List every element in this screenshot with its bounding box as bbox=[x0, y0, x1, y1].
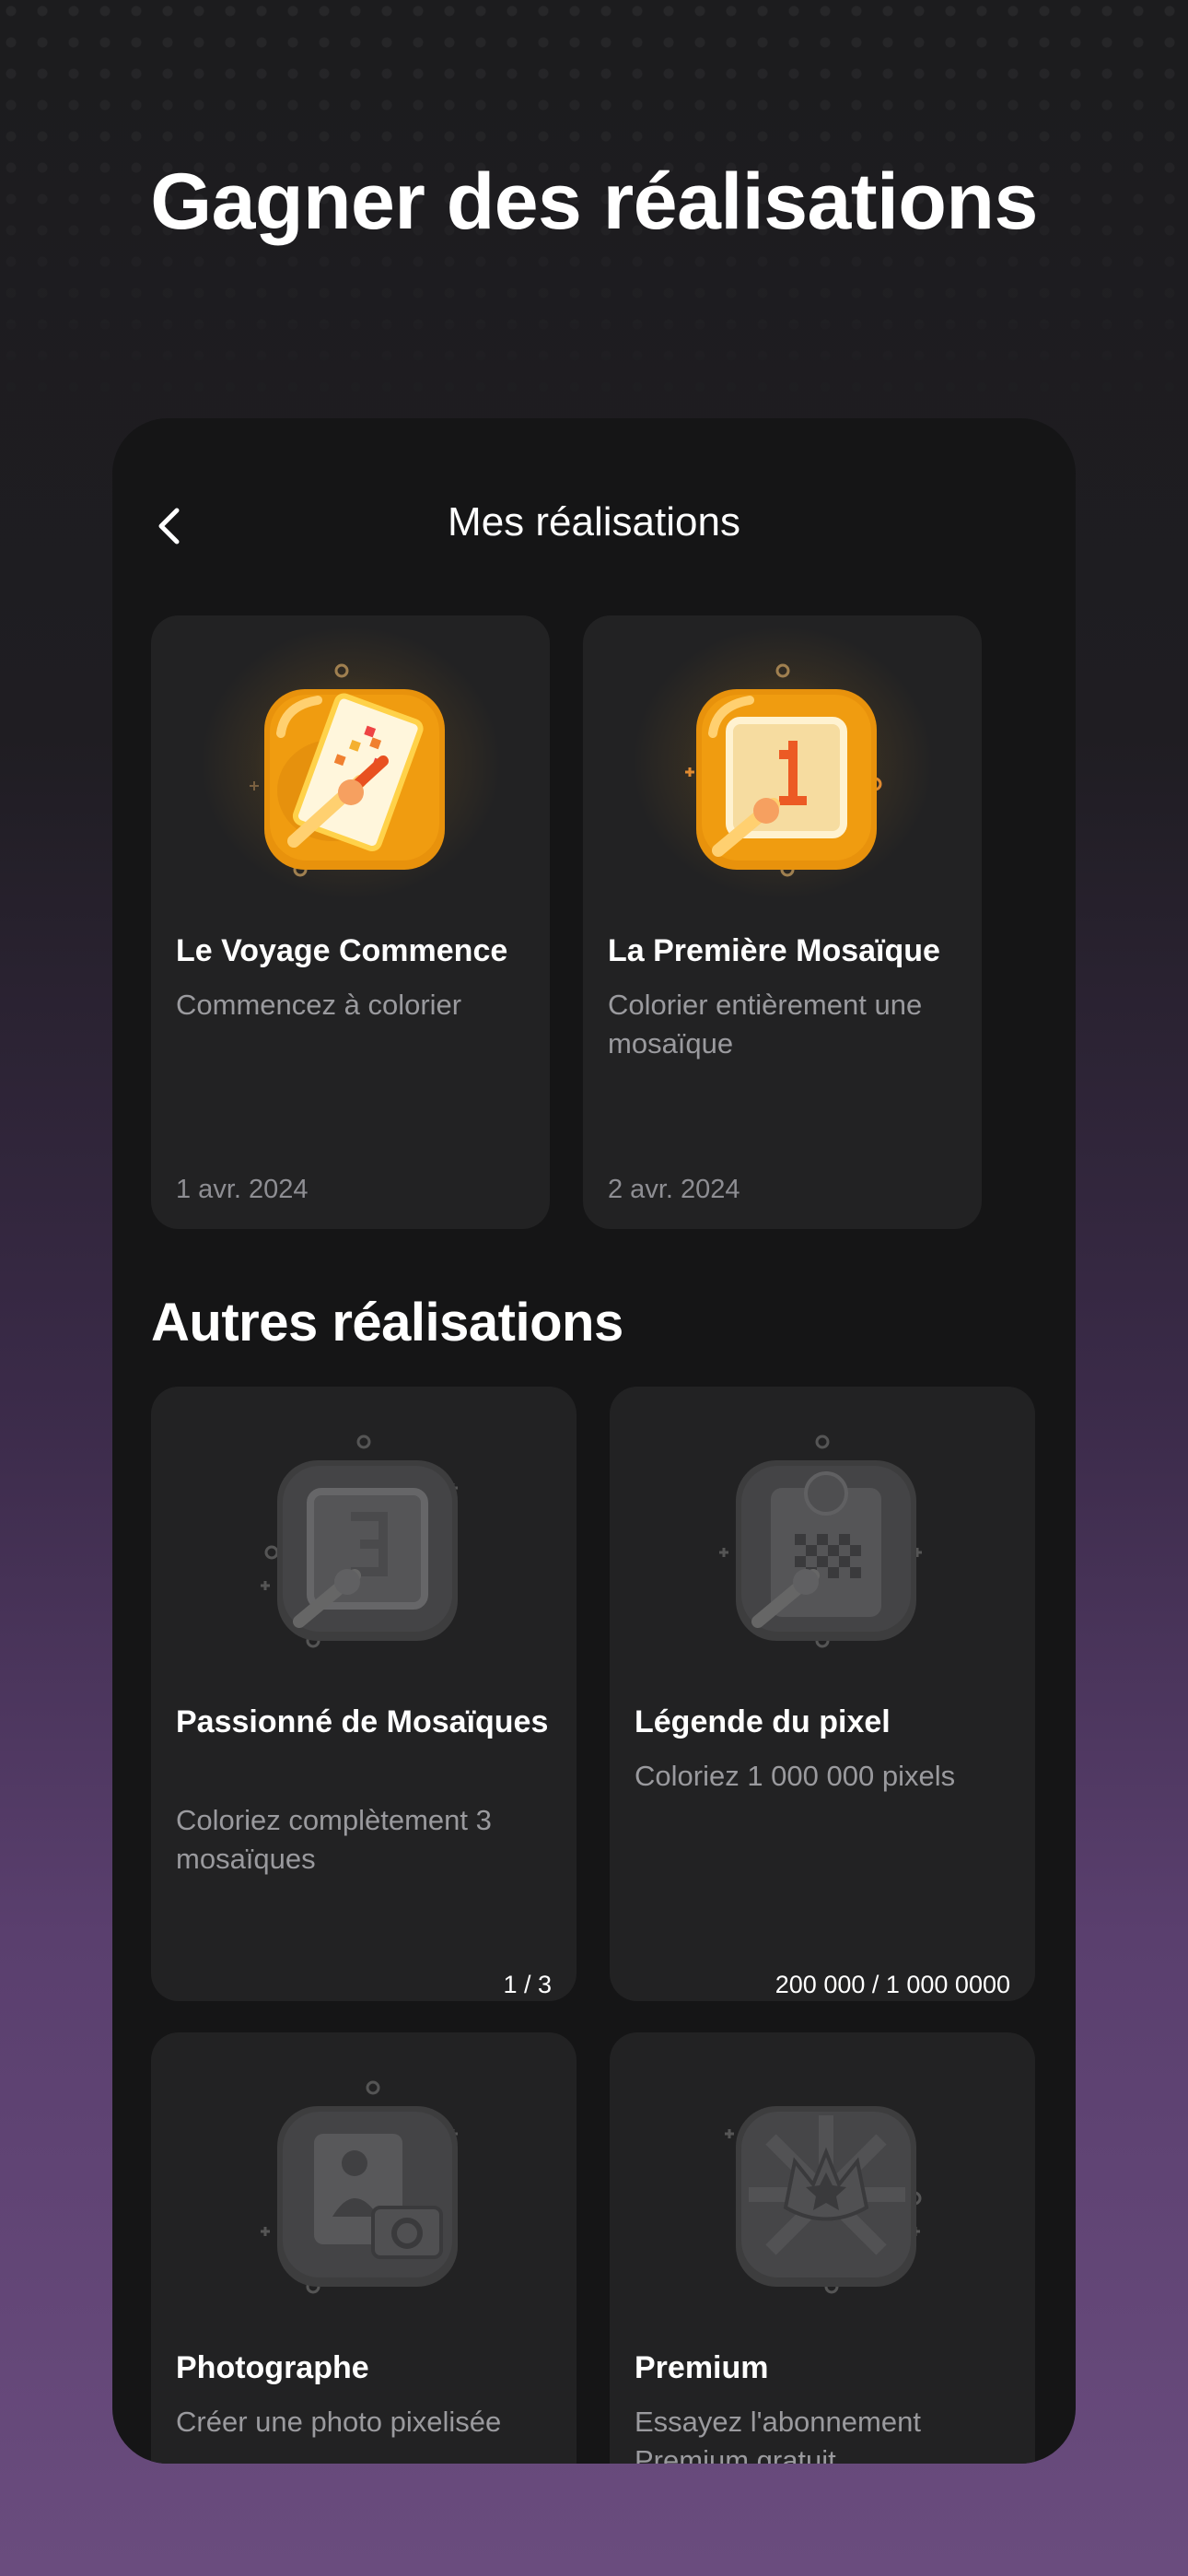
mosaic-three-icon bbox=[261, 1434, 458, 1648]
section-title: Autres réalisations bbox=[151, 1293, 623, 1352]
crown-star-icon bbox=[725, 2106, 922, 2294]
achievement-title: Photographe bbox=[176, 2350, 369, 2385]
achievement-card-premium[interactable]: Premium Essayez l'abonnement Premium gra… bbox=[610, 2032, 1035, 2464]
achievement-art bbox=[151, 2032, 577, 2318]
achievement-art bbox=[610, 2032, 1035, 2318]
achievement-description: Coloriez 1 000 000 pixels bbox=[635, 1760, 956, 1792]
achievement-date: 2 avr. 2024 bbox=[608, 1175, 740, 1204]
achievement-title: La Première Mosaïque bbox=[608, 933, 940, 968]
achievement-title: Passionné de Mosaïques bbox=[176, 1704, 549, 1739]
achievement-title: Premium bbox=[635, 2350, 769, 2385]
achievement-description: Essayez l'abonnement Premium gratuit bbox=[635, 2406, 921, 2464]
achievement-art bbox=[151, 1387, 577, 1672]
achievement-art bbox=[151, 615, 550, 901]
achievement-description: Colorier entièrement une mosaïque bbox=[608, 989, 923, 1060]
page-title: Mes réalisations bbox=[448, 499, 740, 544]
progress-label: 1 / 3 bbox=[503, 1971, 552, 1998]
camera-photo-icon bbox=[261, 2080, 458, 2294]
achievement-card-legende-pixel[interactable]: Légende du pixel Coloriez 1 000 000 pixe… bbox=[610, 1387, 1035, 2001]
achievement-date: 1 avr. 2024 bbox=[176, 1175, 309, 1204]
mosaic-one-icon bbox=[684, 663, 881, 877]
achievement-card-voyage[interactable]: Le Voyage Commence Commencez à colorier … bbox=[151, 615, 550, 1229]
achievement-card-premiere-mosaique[interactable]: La Première Mosaïque Colorier entièremen… bbox=[583, 615, 982, 1229]
achievement-description: Coloriez complètement 3 mosaïques bbox=[176, 1804, 492, 1875]
phone-screen: Mes réalisations Le Voyage Commence Comm… bbox=[112, 418, 1076, 2464]
achievement-description: Commencez à colorier bbox=[176, 989, 462, 1021]
progress-label: 200 000 / 1 000 0000 bbox=[775, 1971, 1010, 1998]
brush-card-icon bbox=[249, 663, 445, 877]
achievement-description: Créer une photo pixelisée bbox=[176, 2406, 502, 2438]
achievement-card-passionne[interactable]: Passionné de Mosaïques Coloriez complète… bbox=[151, 1387, 577, 2001]
achievement-art bbox=[583, 615, 982, 901]
achievement-title: Légende du pixel bbox=[635, 1704, 891, 1739]
achievement-card-photographe[interactable]: Photographe Créer une photo pixelisée bbox=[151, 2032, 577, 2464]
headline: Gagner des réalisations bbox=[150, 158, 1038, 246]
achievement-art bbox=[610, 1387, 1035, 1672]
achievement-title: Le Voyage Commence bbox=[176, 933, 508, 968]
pixel-badge-icon bbox=[719, 1434, 922, 1648]
